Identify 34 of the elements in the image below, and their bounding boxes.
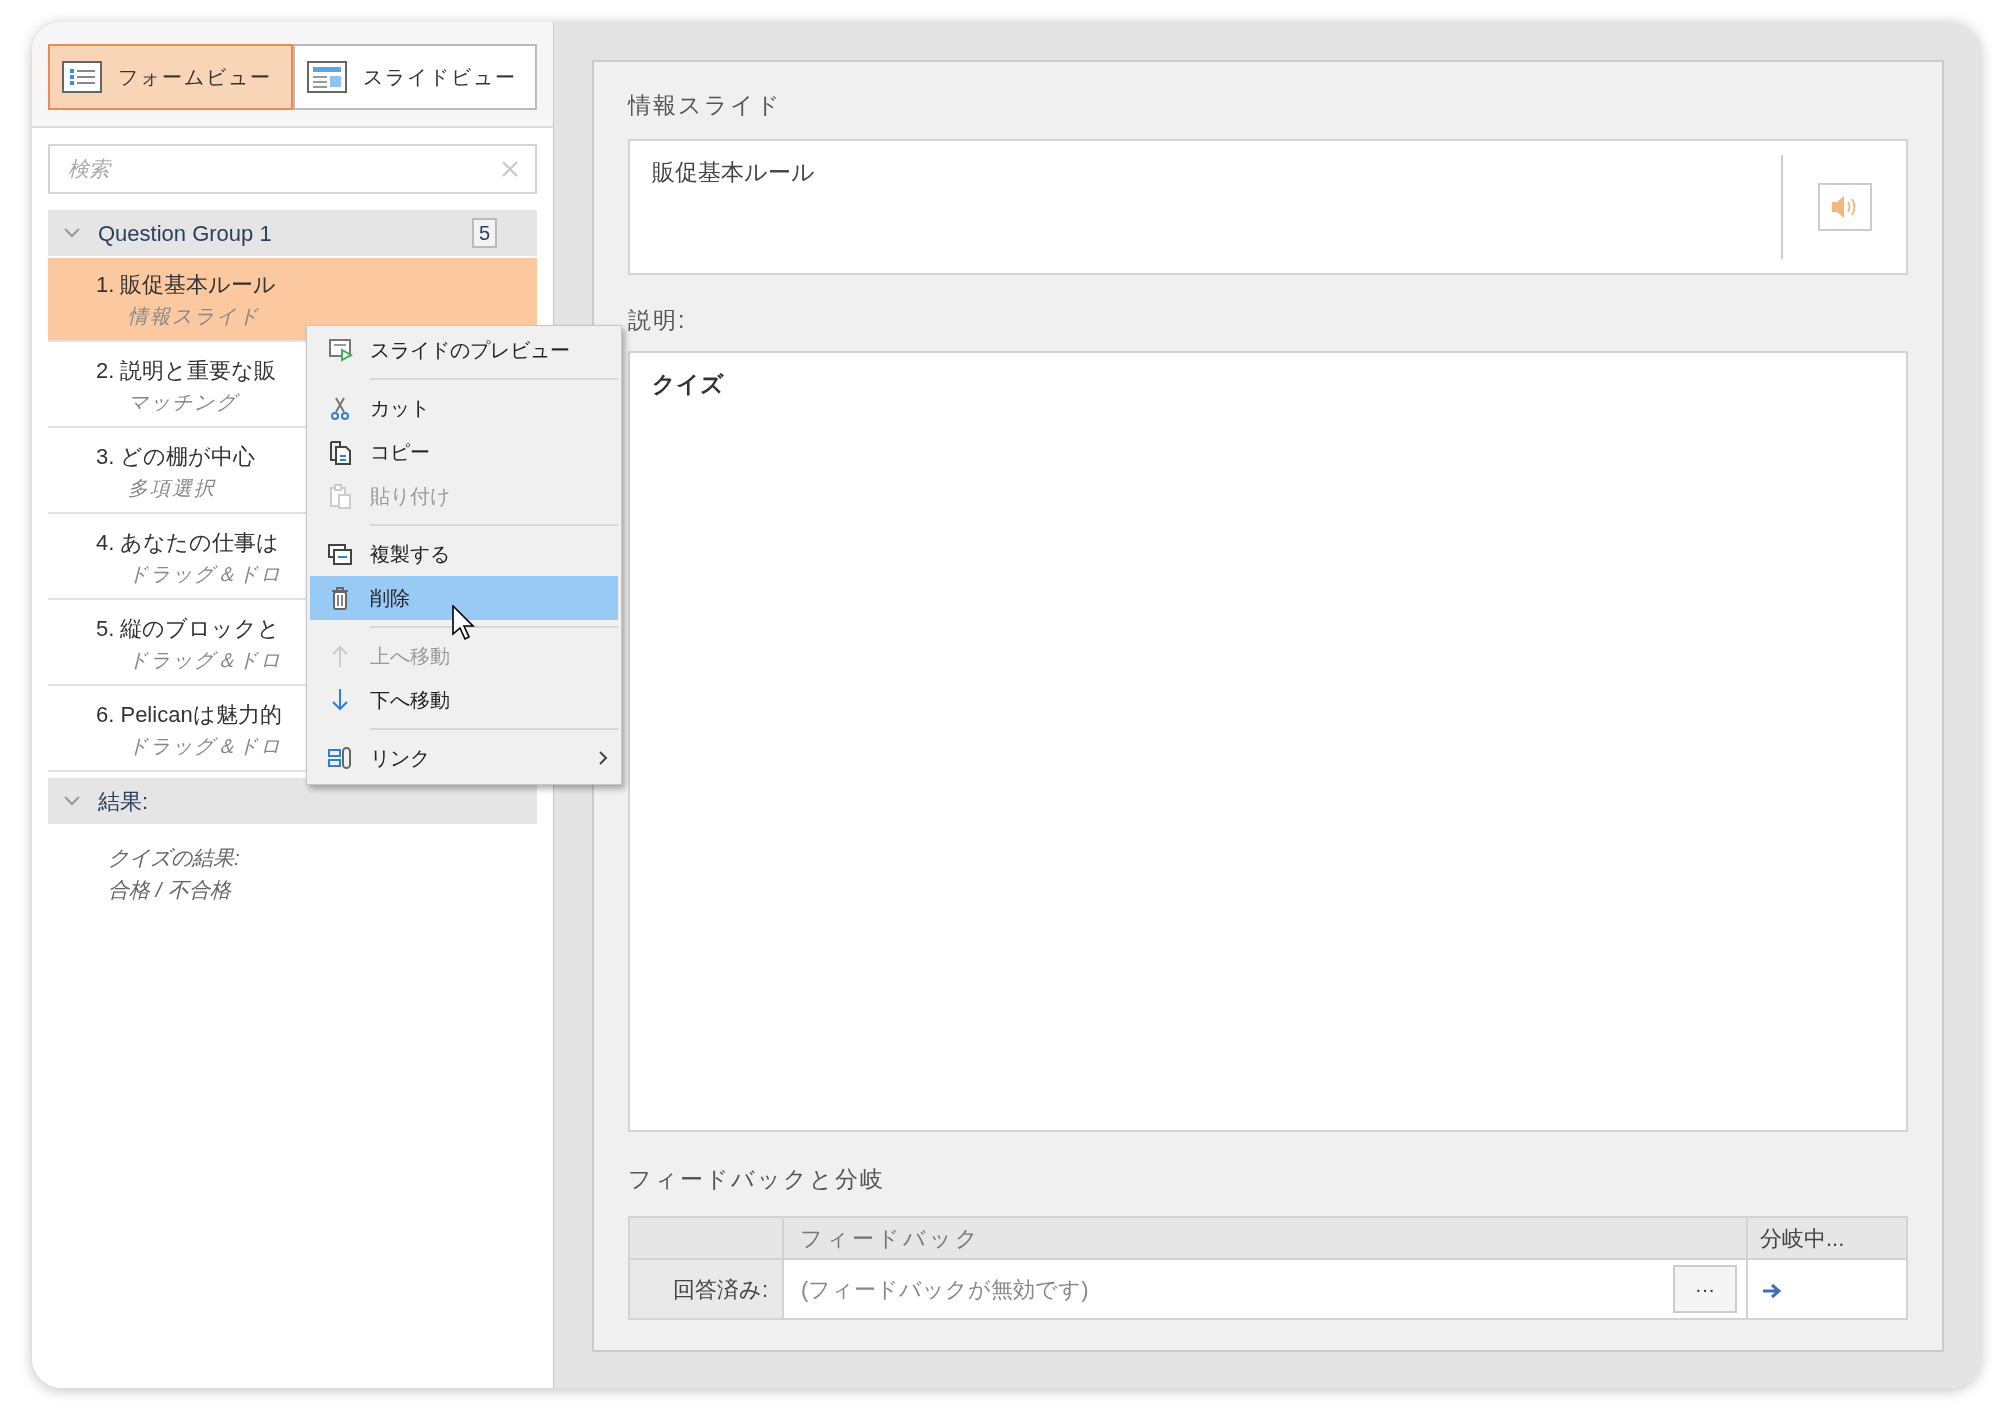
column-header: 分岐中... <box>1747 1217 1907 1259</box>
clear-icon[interactable] <box>501 160 519 178</box>
layout-icon <box>306 61 347 93</box>
slide-type-label: 情報スライド <box>628 91 783 120</box>
row-label: 回答済み: <box>629 1259 783 1319</box>
more-button[interactable]: ··· <box>1673 1265 1737 1313</box>
search-field[interactable]: 検索 <box>48 144 537 194</box>
group-header[interactable]: Question Group 1 5 <box>48 210 537 256</box>
copy-icon <box>327 439 353 465</box>
view-tab[interactable]: スライドビュー <box>292 44 537 110</box>
link-icon <box>327 745 353 771</box>
outline-item[interactable]: クイズの結果: 合格 / 不合格 <box>48 842 537 905</box>
section-heading: フィードバックと分岐 <box>628 1165 885 1192</box>
chevron-icon <box>64 227 80 239</box>
chevron-icon <box>64 795 80 807</box>
cursor-icon <box>452 605 476 641</box>
submenu-chevron-icon <box>598 751 608 765</box>
group-header[interactable]: 結果: <box>48 778 537 824</box>
paste-icon <box>327 483 353 509</box>
title-text: 販促基本ルール <box>651 157 816 187</box>
column-header: フィードバック <box>783 1217 1747 1259</box>
description-text: クイズ <box>652 371 724 397</box>
feedback-text: (フィードバックが無効です) <box>800 1275 1090 1304</box>
description-label: 説明: <box>628 306 687 333</box>
preview-icon <box>327 337 353 363</box>
audio-button[interactable] <box>1817 182 1872 231</box>
list-icon <box>62 61 102 93</box>
count-badge: 5 <box>471 218 497 248</box>
description-field[interactable]: クイズ <box>628 351 1908 1132</box>
arrow-right-icon[interactable] <box>1762 1282 1782 1299</box>
title-field[interactable]: 販促基本ルール <box>628 138 1908 275</box>
view-tab[interactable]: フォームビュー <box>48 44 293 110</box>
duplicate-icon <box>327 541 353 567</box>
menu-item[interactable]: 削除 <box>310 576 618 620</box>
